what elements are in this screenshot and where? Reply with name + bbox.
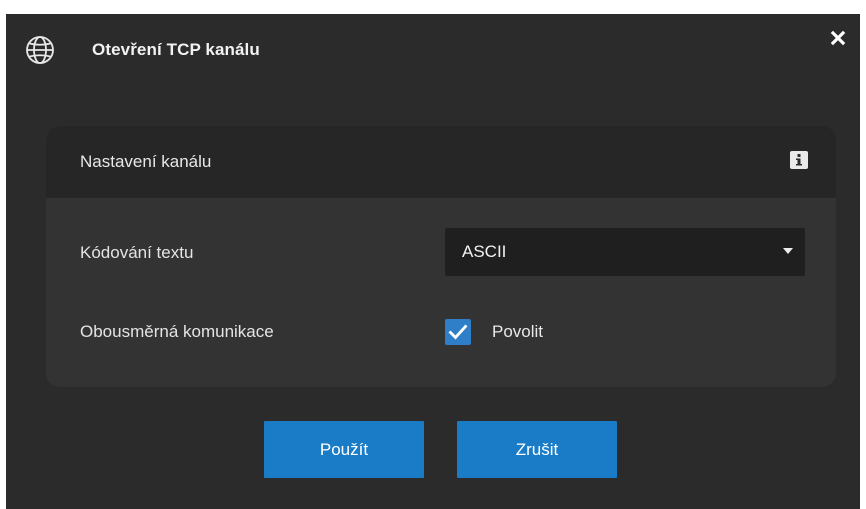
- encoding-label: Kódování textu: [80, 243, 194, 262]
- encoding-select[interactable]: ASCII: [445, 228, 805, 276]
- info-icon[interactable]: [790, 151, 808, 169]
- checkmark-icon: [448, 324, 468, 340]
- globe-icon: [24, 34, 56, 66]
- close-icon[interactable]: [826, 26, 850, 50]
- dialog-titlebar: Otevření TCP kanálu: [6, 14, 860, 86]
- dialog-title: Otevření TCP kanálu: [92, 40, 260, 59]
- panel-header: Nastavení kanálu: [46, 126, 836, 198]
- encoding-select-value: ASCII: [462, 242, 507, 261]
- channel-settings-panel: Nastavení kanálu Kódování textu ASCII Ob…: [46, 126, 836, 387]
- cancel-button[interactable]: Zrušit: [457, 421, 617, 478]
- chevron-down-icon: [783, 248, 793, 254]
- bidirectional-checkbox[interactable]: [445, 319, 471, 345]
- bidirectional-label: Obousměrná komunikace: [80, 322, 274, 341]
- open-tcp-channel-dialog: Otevření TCP kanálu Nastavení kanálu Kód…: [6, 14, 860, 509]
- apply-button[interactable]: Použít: [264, 421, 424, 478]
- panel-header-label: Nastavení kanálu: [80, 152, 212, 171]
- bidirectional-checkbox-label[interactable]: Povolit: [492, 322, 543, 342]
